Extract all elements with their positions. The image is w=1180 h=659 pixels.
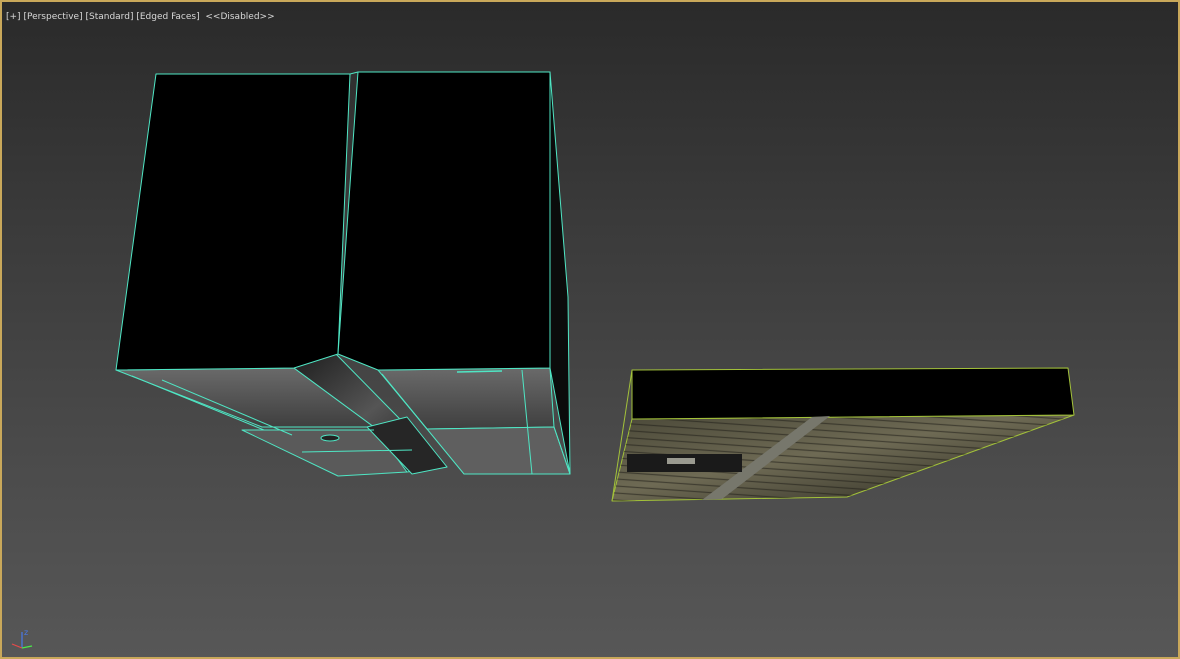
selected-cabinet-object[interactable] xyxy=(115,71,571,477)
scene-canvas[interactable] xyxy=(2,2,1178,657)
axis-gizmo: z xyxy=(11,628,33,649)
perspective-viewport[interactable]: [+] [Perspective] [Standard] [Edged Face… xyxy=(0,0,1180,659)
detail-slot xyxy=(456,370,503,373)
axis-x-line xyxy=(11,643,23,649)
left-block-top-face xyxy=(115,73,351,371)
left-block-inner-edge xyxy=(349,71,359,75)
right-block-lower-face xyxy=(426,426,571,475)
detail-handle xyxy=(320,434,340,442)
slab-top-face xyxy=(631,367,1075,420)
axis-z-label: z xyxy=(24,628,28,637)
slab-opening-light xyxy=(667,458,695,464)
axis-y-line xyxy=(21,645,33,649)
wood-slab-object[interactable] xyxy=(611,367,1075,502)
right-block-top-face xyxy=(337,71,551,371)
